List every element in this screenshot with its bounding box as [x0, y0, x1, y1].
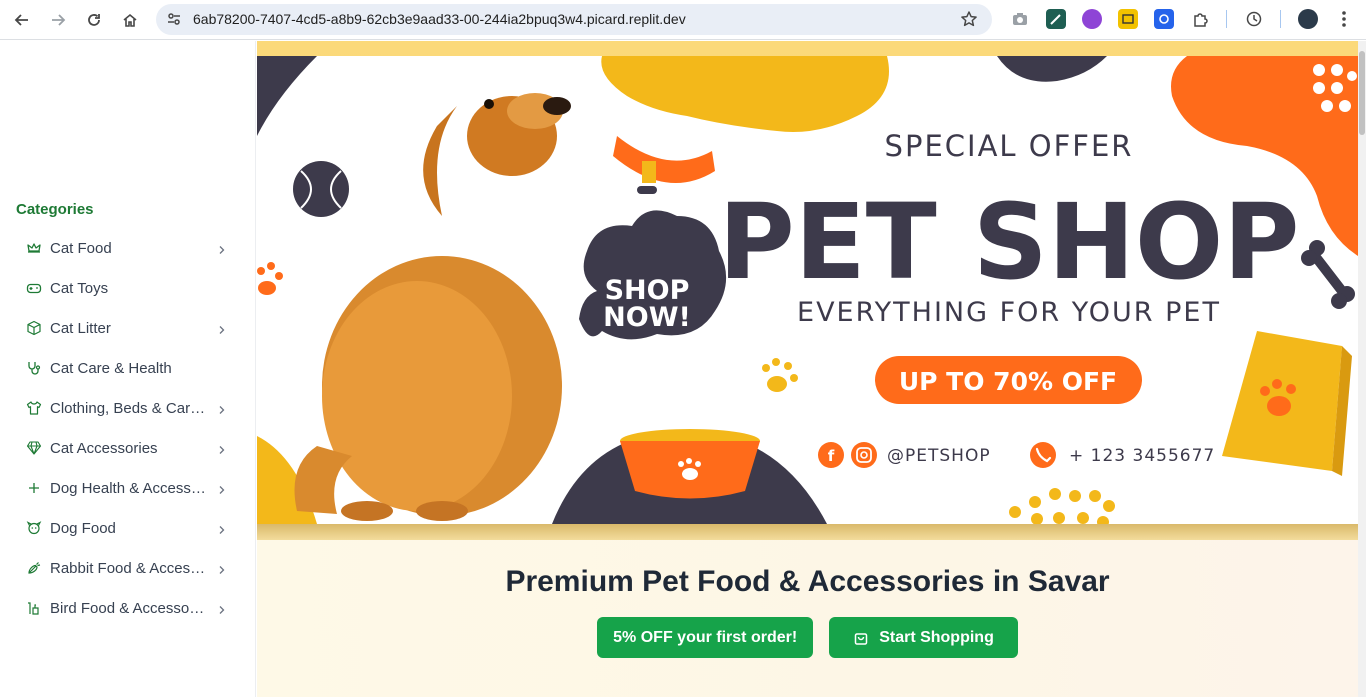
yellow-paw-decoration	[762, 358, 798, 392]
toolbar-divider	[1226, 10, 1227, 28]
puzzle-icon[interactable]	[1190, 9, 1210, 29]
special-offer-text: SPECIAL OFFER	[885, 129, 1134, 163]
instagram-icon[interactable]	[851, 442, 877, 468]
food-bowl-illustration	[620, 429, 760, 499]
svg-text:f: f	[828, 447, 835, 465]
yellow-extension-icon[interactable]	[1118, 9, 1138, 29]
sidebar-item-label: Cat Care & Health	[50, 359, 172, 377]
home-icon[interactable]	[116, 6, 144, 34]
menu-icon[interactable]	[1334, 9, 1354, 29]
chevron-right-icon[interactable]	[218, 402, 226, 420]
sidebar-item-label: Cat Litter	[50, 319, 111, 337]
category-list: Cat Food Cat Toys Cat Litter Cat Care & Hea…	[16, 228, 240, 628]
first-order-offer-button[interactable]: 5% OFF your first order!	[597, 617, 814, 658]
site-info-icon[interactable]	[166, 11, 182, 32]
address-bar[interactable]: 6ab78200-7407-4cd5-a8b9-62cb3e9aad33-00-…	[156, 4, 992, 35]
navy-blob-decoration	[257, 56, 317, 136]
cta-row: 5% OFF your first order! Start Shopping	[257, 617, 1358, 658]
discount-text: UP TO 70% OFF	[899, 367, 1117, 396]
browser-toolbar: 6ab78200-7407-4cd5-a8b9-62cb3e9aad33-00-…	[0, 0, 1366, 40]
sidebar-item-label: Dog Food	[50, 519, 116, 537]
gamepad-icon	[26, 280, 42, 296]
box-icon	[26, 320, 42, 336]
category-sidebar: Categories Cat Food Cat Toys Cat Litter Cat…	[0, 41, 256, 697]
shop-now-bubble[interactable]: SHOP NOW!	[579, 210, 727, 340]
yellow-dots-decoration	[1009, 488, 1115, 524]
collar-illustration	[613, 136, 715, 194]
sidebar-item-clothing-beds-carriers[interactable]: Clothing, Beds & Carriers	[16, 388, 240, 428]
chevron-right-icon[interactable]	[218, 242, 226, 260]
forward-icon[interactable]	[44, 6, 72, 34]
sidebar-item-label: Rabbit Food & Accessories	[50, 559, 206, 577]
chevron-right-icon[interactable]	[218, 562, 226, 580]
sidebar-item-label: Dog Health & Accessories	[50, 479, 206, 497]
shirt-icon	[26, 400, 42, 416]
sidebar-item-cat-care-health[interactable]: Cat Care & Health	[16, 348, 240, 388]
gem-icon	[26, 440, 42, 456]
chevron-right-icon[interactable]	[218, 442, 226, 460]
bookmark-star-icon[interactable]	[960, 10, 978, 33]
page-scrollbar[interactable]	[1358, 41, 1366, 697]
dog-icon	[26, 520, 42, 536]
sidebar-item-label: Bird Food & Accessories	[50, 599, 206, 617]
shopping-bag-icon	[853, 630, 869, 646]
sidebar-item-label: Cat Accessories	[50, 439, 158, 457]
sidebar-item-label: Cat Food	[50, 239, 112, 257]
crown-icon	[26, 240, 42, 256]
chevron-right-icon[interactable]	[218, 522, 226, 540]
phone-number-text: + 123 3455677	[1069, 446, 1215, 466]
social-row: f @PETSHOP + 123 3455677	[818, 442, 1215, 468]
sidebar-item-cat-toys[interactable]: Cat Toys	[16, 268, 240, 308]
sidebar-item-label: Cat Toys	[50, 279, 109, 297]
profile-avatar[interactable]	[1298, 9, 1318, 29]
chevron-right-icon[interactable]	[218, 322, 226, 340]
carrot-icon	[26, 560, 42, 576]
banner-bottom-edge	[257, 524, 1358, 540]
start-shopping-label: Start Shopping	[879, 628, 994, 646]
bone-illustration	[1301, 240, 1355, 309]
reload-icon[interactable]	[80, 6, 108, 34]
blue-extension-icon[interactable]	[1154, 9, 1174, 29]
hero-heading: Premium Pet Food & Accessories in Savar	[505, 565, 1110, 598]
history-icon[interactable]	[1244, 9, 1264, 29]
back-icon[interactable]	[8, 6, 36, 34]
hero-banner[interactable]: SHOP NOW! SPECIAL OFFER PET SHOP EVERYTH…	[257, 56, 1358, 524]
stethoscope-icon	[26, 360, 42, 376]
categories-heading: Categories	[16, 201, 94, 218]
sidebar-item-cat-accessories[interactable]: Cat Accessories	[16, 428, 240, 468]
sidebar-item-cat-food[interactable]: Cat Food	[16, 228, 240, 268]
chevron-right-icon[interactable]	[218, 602, 226, 620]
pen-extension-icon[interactable]	[1046, 9, 1066, 29]
sidebar-item-dog-health-accessories[interactable]: Dog Health & Accessories	[16, 468, 240, 508]
plus-icon	[26, 480, 42, 496]
yellow-blob-decoration	[601, 56, 889, 132]
orange-paw-decoration	[257, 262, 283, 295]
sidebar-item-label: Clothing, Beds & Carriers	[50, 399, 206, 417]
shop-now-line2: NOW!	[603, 302, 691, 333]
sidebar-item-dog-food[interactable]: Dog Food	[16, 508, 240, 548]
camera-icon[interactable]	[1010, 9, 1030, 29]
food-bag-illustration	[1222, 331, 1352, 476]
sidebar-item-bird-food-accessories[interactable]: Bird Food & Accessories	[16, 588, 240, 628]
chevron-right-icon[interactable]	[218, 482, 226, 500]
toolbar-divider	[1280, 10, 1281, 28]
ball-illustration	[293, 161, 349, 217]
tagline-text: EVERYTHING FOR YOUR PET	[797, 297, 1221, 328]
social-handle-text: @PETSHOP	[887, 446, 991, 466]
navy-curve-decoration	[997, 56, 1107, 82]
start-shopping-button[interactable]: Start Shopping	[829, 617, 1018, 658]
scrollbar-thumb[interactable]	[1359, 51, 1365, 135]
discount-pill[interactable]: UP TO 70% OFF	[875, 356, 1142, 404]
pet-shop-title: PET SHOP	[719, 181, 1300, 303]
sidebar-item-rabbit-food-accessories[interactable]: Rabbit Food & Accessories	[16, 548, 240, 588]
url-text[interactable]: 6ab78200-7407-4cd5-a8b9-62cb3e9aad33-00-…	[193, 11, 686, 27]
first-order-offer-label: 5% OFF your first order!	[613, 628, 798, 646]
phone-icon[interactable]	[1030, 442, 1056, 468]
main-content: SHOP NOW! SPECIAL OFFER PET SHOP EVERYTH…	[257, 41, 1358, 697]
purple-extension-icon[interactable]	[1082, 9, 1102, 29]
dog-illustration	[294, 93, 571, 521]
sidebar-item-cat-litter[interactable]: Cat Litter	[16, 308, 240, 348]
bird-icon	[26, 600, 42, 616]
